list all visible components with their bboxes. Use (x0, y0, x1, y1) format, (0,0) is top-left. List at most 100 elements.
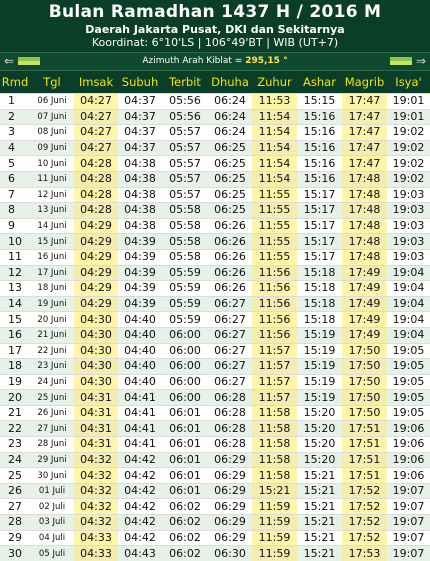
table-row: 21 26 Juni 04:31 04:41 06:01 06:28 11:58 15:20 1… (0, 404, 430, 421)
table-cell: 15:19 (297, 342, 342, 359)
azimuth-text: Azimuth Arah Kiblat = 295,15 ° (0, 55, 430, 67)
table-cell: 04:29 (74, 264, 118, 281)
table-cell: 17:48 (342, 186, 387, 203)
table-cell: 19:05 (387, 373, 430, 390)
table-cell: 04:27 (74, 124, 118, 141)
table-cell: 17:47 (342, 155, 387, 172)
table-cell: 06:25 (208, 202, 252, 219)
table-cell: 11:56 (252, 280, 297, 297)
table-cell: 04:30 (74, 342, 118, 359)
table-row: 1 06 Juni 04:27 04:37 05:56 06:24 11:53 15:15 17… (0, 93, 430, 110)
schedule-table: Rmd Tgl Imsak Subuh Terbit Dhuha Zuhur Ashar Mag… (0, 71, 430, 561)
table-cell: 19 (0, 373, 30, 390)
table-cell: 17:50 (342, 389, 387, 406)
table-cell: 17:48 (342, 217, 387, 234)
table-cell: 15:19 (297, 326, 342, 343)
table-row: 28 03 Juli 04:32 04:42 06:02 06:29 11:59 15:21 1… (0, 514, 430, 531)
table-cell: 04:33 (74, 529, 118, 546)
table-cell: 5 (0, 155, 30, 172)
table-cell: 19:03 (387, 186, 430, 203)
table-cell: 04:28 (74, 202, 118, 219)
azimuth-bar: ⇐ Azimuth Arah Kiblat = 295,15 ° ⇒ (0, 52, 430, 71)
table-cell: 11:56 (252, 326, 297, 343)
table-cell: 15:18 (297, 264, 342, 281)
table-cell: 15:16 (297, 108, 342, 125)
table-cell: 04:32 (74, 482, 118, 499)
table-cell: 21 Juni (30, 326, 74, 343)
table-cell: 15:21 (297, 514, 342, 531)
table-cell: 06:26 (208, 280, 252, 297)
table-cell: 19:03 (387, 217, 430, 234)
table-cell: 24 (0, 451, 30, 468)
column-header: Dhuha (211, 75, 249, 89)
table-cell: 11:55 (252, 233, 297, 250)
table-cell: 04:32 (74, 498, 118, 515)
table-cell: 17:47 (342, 139, 387, 156)
table-cell: 06:29 (208, 451, 252, 468)
table-cell: 06:02 (162, 545, 208, 561)
table-cell: 04:42 (118, 467, 162, 484)
table-cell: 02 Juli (30, 498, 74, 515)
table-cell: 11:54 (252, 170, 297, 188)
table-cell: 05:57 (162, 186, 208, 203)
table-cell: 04:29 (74, 295, 118, 312)
table-cell: 04:40 (118, 342, 162, 359)
table-cell: 25 Juni (30, 389, 74, 406)
table-cell: 11:54 (252, 155, 297, 172)
table-cell: 06:24 (208, 93, 252, 110)
table-cell: 19:05 (387, 389, 430, 406)
table-cell: 06:02 (162, 514, 208, 531)
table-cell: 15:16 (297, 170, 342, 188)
table-cell: 05 Juli (30, 545, 74, 561)
table-row: 4 09 Juni 04:27 04:37 05:57 06:25 11:54 15:16 17… (0, 139, 430, 156)
table-cell: 19:04 (387, 280, 430, 297)
table-row: 13 18 Juni 04:29 04:39 05:59 06:26 11:56 15:18 1… (0, 280, 430, 297)
table-cell: 17:50 (342, 404, 387, 421)
table-cell: 06:27 (208, 358, 252, 375)
table-cell: 15:21 (297, 529, 342, 546)
table-cell: 12 (0, 264, 30, 281)
table-cell: 06:27 (208, 373, 252, 390)
table-cell: 18 Juni (30, 280, 74, 297)
table-row: 3 08 Juni 04:27 04:37 05:57 06:24 11:54 15:16 17… (0, 124, 430, 141)
table-header-row: Rmd Tgl Imsak Subuh Terbit Dhuha Zuhur Ashar Mag… (0, 71, 430, 94)
table-cell: 17:51 (342, 451, 387, 468)
table-cell: 19:06 (387, 467, 430, 484)
table-cell: 06:28 (208, 436, 252, 453)
table-cell: 05:59 (162, 280, 208, 297)
table-cell: 17:52 (342, 514, 387, 531)
table-cell: 19:07 (387, 498, 430, 515)
table-cell: 15:19 (297, 389, 342, 406)
table-cell: 27 Juni (30, 420, 74, 437)
table-cell: 19:02 (387, 139, 430, 156)
table-cell: 04:38 (118, 217, 162, 234)
table-cell: 17:47 (342, 124, 387, 141)
table-row: 22 27 Juni 04:31 04:41 06:01 06:28 11:58 15:20 1… (0, 420, 430, 437)
column-header: Magrib (344, 75, 385, 89)
table-cell: 04:30 (74, 373, 118, 390)
table-row: 19 24 Juni 04:30 04:40 06:00 06:27 11:57 15:19 1… (0, 373, 430, 390)
table-cell: 19:07 (387, 545, 430, 561)
table-row: 18 23 Juni 04:30 04:40 06:00 06:27 11:57 15:19 1… (0, 358, 430, 375)
table-cell: 04:37 (118, 124, 162, 141)
table-cell: 06:29 (208, 529, 252, 546)
table-cell: 15:17 (297, 202, 342, 219)
table-cell: 19:01 (387, 93, 430, 110)
table-cell: 11:58 (252, 404, 297, 421)
table-cell: 11:53 (252, 93, 297, 110)
table-cell: 04 Juli (30, 529, 74, 546)
table-row: 5 10 Juni 04:28 04:38 05:57 06:25 11:54 15:16 17… (0, 155, 430, 172)
table-cell: 06:26 (208, 233, 252, 250)
table-cell: 19:04 (387, 295, 430, 312)
table-cell: 17:50 (342, 358, 387, 375)
table-cell: 04:39 (118, 280, 162, 297)
table-cell: 07 Juni (30, 108, 74, 125)
table-cell: 23 Juni (30, 358, 74, 375)
table-cell: 15:17 (297, 248, 342, 266)
table-cell: 06:26 (208, 217, 252, 234)
table-cell: 9 (0, 217, 30, 234)
table-cell: 17:49 (342, 295, 387, 312)
table-cell: 6 (0, 170, 30, 188)
table-row: 30 05 Juli 04:33 04:43 06:02 06:30 11:59 15:21 1… (0, 545, 430, 561)
table-cell: 06:29 (208, 498, 252, 515)
